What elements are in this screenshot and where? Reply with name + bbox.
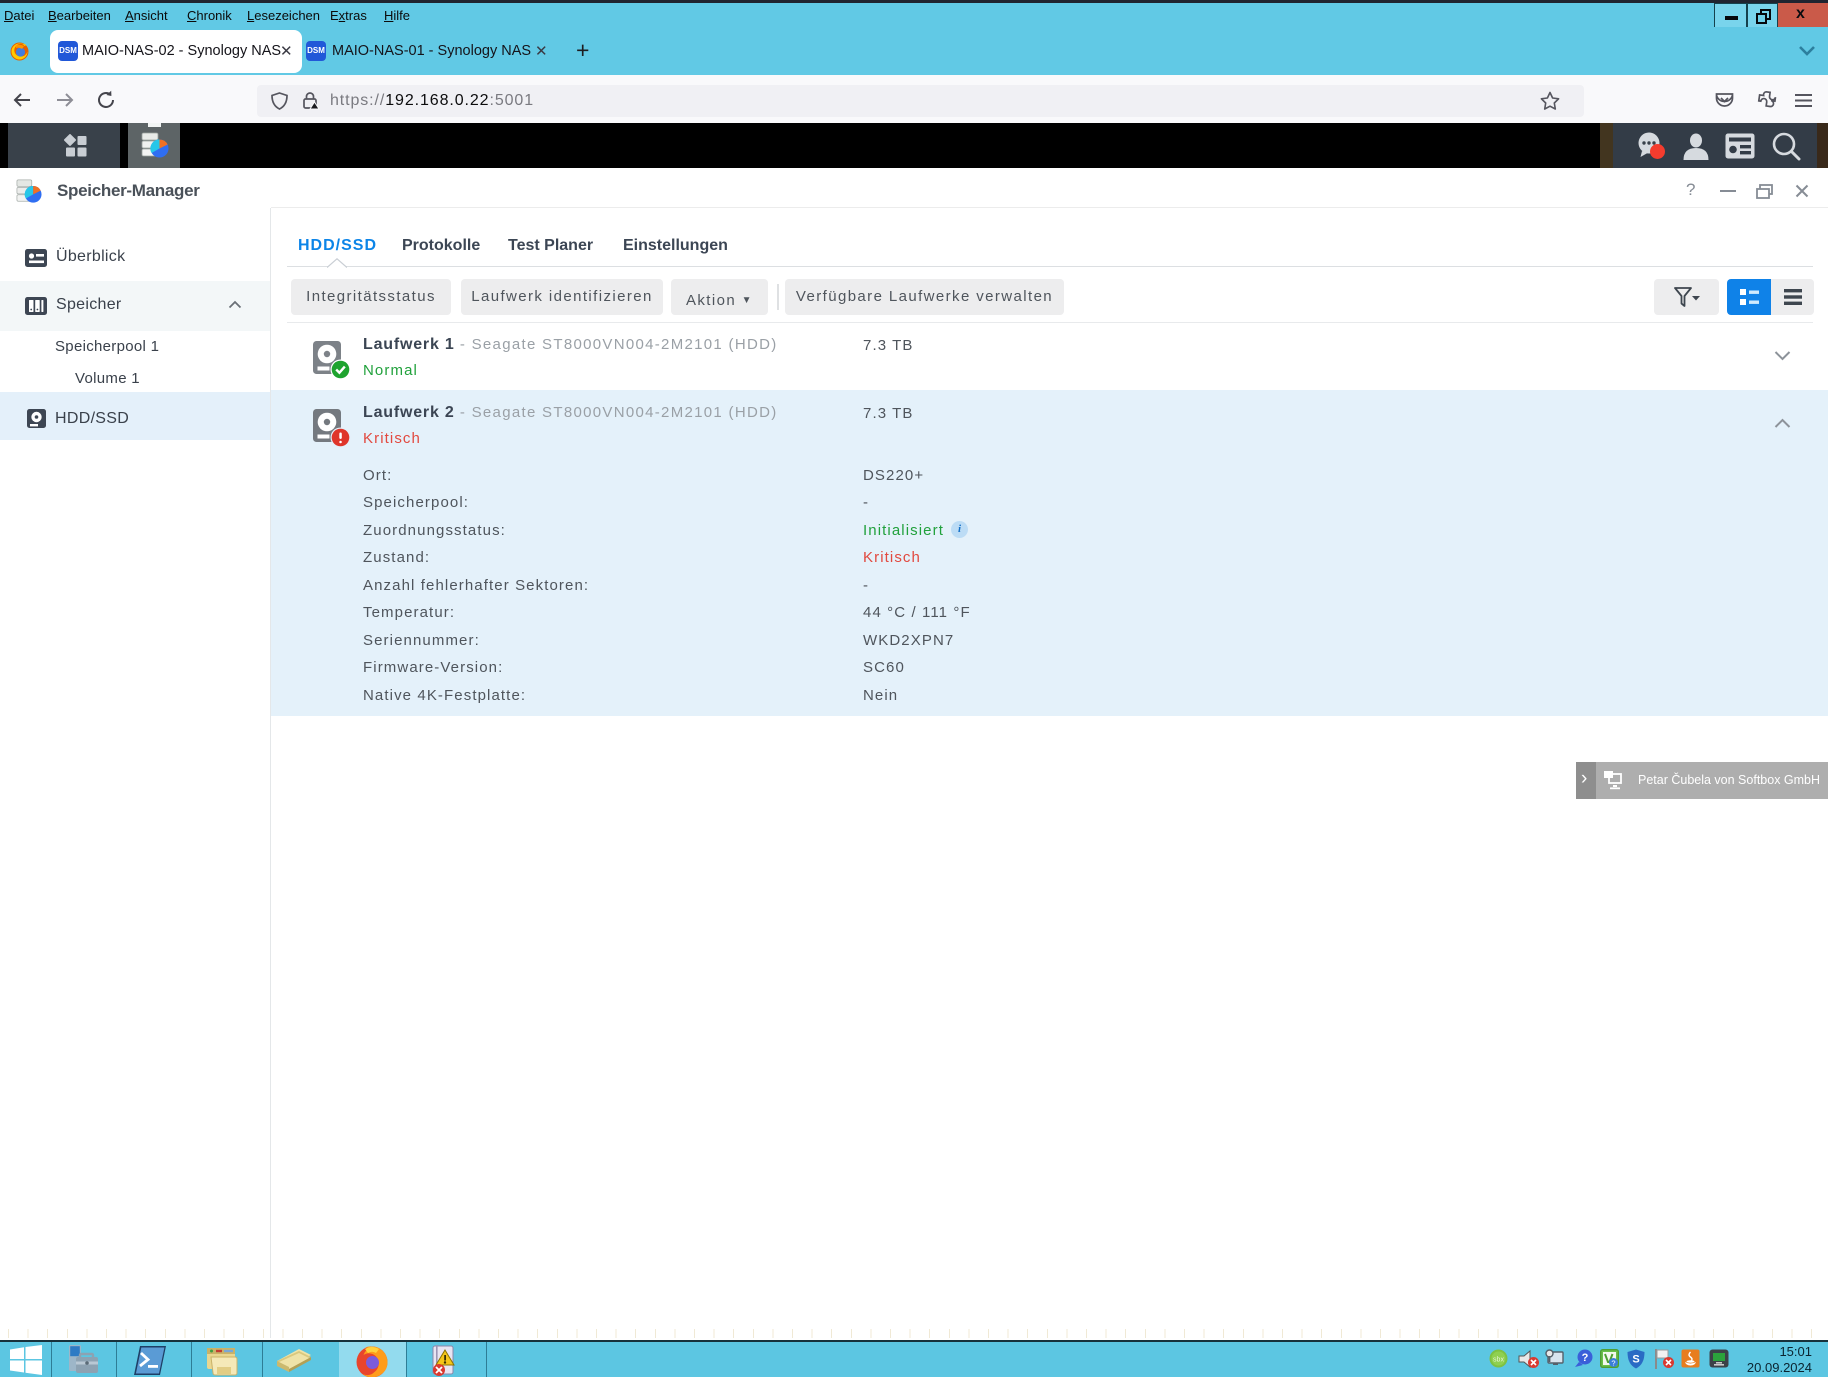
svg-text:?: ?	[1582, 1352, 1589, 1364]
svg-text:?: ?	[1611, 1359, 1615, 1368]
svg-text:sbx: sbx	[1493, 1357, 1504, 1364]
svg-text:S: S	[1632, 1354, 1639, 1366]
